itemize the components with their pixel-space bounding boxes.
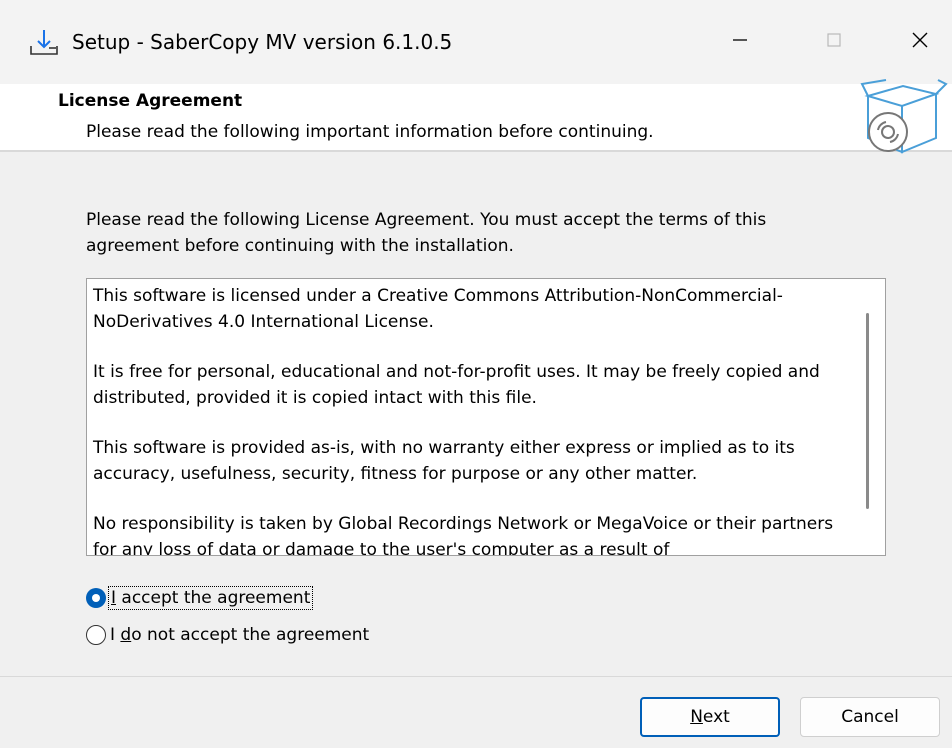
accept-label[interactable]: I accept the agreement xyxy=(107,586,314,610)
page-subtitle: Please read the following important info… xyxy=(86,122,654,142)
page-title: License Agreement xyxy=(58,91,243,111)
accept-radio[interactable] xyxy=(86,588,106,608)
close-button[interactable] xyxy=(890,20,950,64)
decline-label[interactable]: I do not accept the agreement xyxy=(110,625,369,645)
footer-divider xyxy=(0,676,952,677)
minimize-button[interactable] xyxy=(710,20,770,64)
next-button[interactable]: Next xyxy=(640,697,780,737)
close-icon xyxy=(910,30,930,54)
license-paragraph: This software is provided as-is, with no… xyxy=(93,438,795,484)
license-paragraph: No responsibility is taken by Global Rec… xyxy=(93,514,834,556)
license-textbox[interactable]: This software is licensed under a Creati… xyxy=(86,278,886,556)
maximize-icon xyxy=(824,30,844,54)
accept-option[interactable]: I accept the agreement xyxy=(86,583,314,613)
minimize-icon xyxy=(730,30,750,54)
license-paragraph: This software is licensed under a Creati… xyxy=(93,286,783,332)
intro-text: Please read the following License Agreem… xyxy=(86,210,767,256)
license-paragraph: It is free for personal, educational and… xyxy=(93,362,820,408)
title-bar: Setup - SaberCopy MV version 6.1.0.5 xyxy=(0,0,952,84)
license-content: This software is licensed under a Creati… xyxy=(93,283,851,556)
maximize-button[interactable] xyxy=(804,20,864,64)
cancel-button[interactable]: Cancel xyxy=(800,697,940,737)
license-scrollbar[interactable] xyxy=(866,313,869,509)
window-title: Setup - SaberCopy MV version 6.1.0.5 xyxy=(72,30,453,54)
decline-option[interactable]: I do not accept the agreement xyxy=(86,620,369,650)
software-box-icon xyxy=(858,78,948,158)
decline-radio[interactable] xyxy=(86,625,106,645)
setup-download-icon xyxy=(28,26,60,58)
